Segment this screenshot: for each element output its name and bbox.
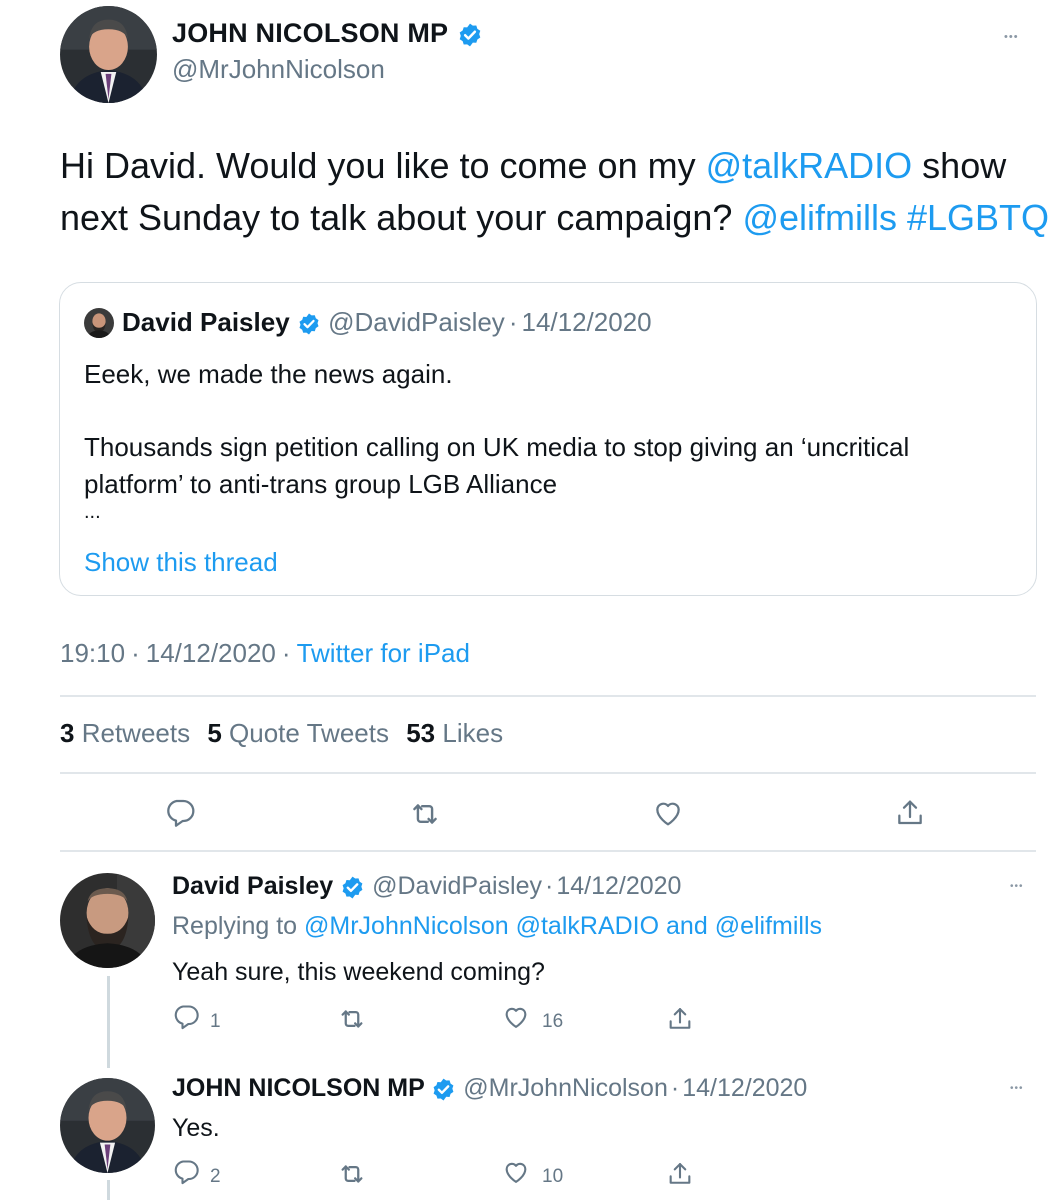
quote-tweets-stat[interactable]: 5 Quote Tweets [207, 718, 389, 748]
quoted-author-handle[interactable]: @DavidPaisley [328, 307, 505, 337]
avatar-john-nicolson[interactable] [60, 1078, 155, 1173]
reply-1-header: David Paisley @DavidPaisley · 14/12/2020 [172, 872, 681, 901]
quoted-text-line-3: platform’ to anti-trans group LGB Allian… [84, 469, 558, 499]
quoted-text-line-2: Thousands sign petition calling on UK me… [84, 432, 910, 462]
verified-badge-icon [340, 875, 365, 900]
avatar-david-paisley-small [84, 308, 114, 338]
reply-author-handle[interactable]: @DavidPaisley [372, 872, 542, 900]
retweet-icon[interactable] [337, 1004, 367, 1034]
divider [60, 772, 1036, 774]
reply-date[interactable]: 14/12/2020 [556, 872, 681, 900]
separator-dot: · [670, 1074, 680, 1102]
mention-mrjohnnicolson[interactable]: @MrJohnNicolson [304, 912, 509, 940]
retweet-icon[interactable] [408, 797, 442, 831]
show-thread-link[interactable]: Show this thread [84, 547, 278, 578]
mention-talkradio[interactable]: @talkRADIO [516, 912, 659, 940]
tweet-stats: 3 Retweets 5 Quote Tweets 53 Likes [60, 718, 503, 749]
like-count: 16 [542, 1011, 564, 1032]
avatar-david-paisley[interactable] [60, 873, 155, 968]
reply-2-header: JOHN NICOLSON MP @MrJohnNicolson · 14/12/2… [172, 1074, 807, 1103]
tweet-date[interactable]: 14/12/2020 [146, 638, 276, 668]
replying-to: Replying to @MrJohnNicolson @talkRADIO a… [172, 912, 823, 940]
tweet-source[interactable]: Twitter for iPad [297, 638, 470, 668]
reply-count: 2 [210, 1166, 221, 1187]
quoted-ellipsis: ... [84, 501, 101, 523]
separator-dot: · [545, 872, 554, 900]
divider [60, 850, 1036, 852]
share-icon[interactable] [894, 796, 926, 830]
verified-badge-icon [457, 22, 483, 48]
like-count: 10 [542, 1166, 564, 1187]
thread-connector [107, 1180, 110, 1200]
mention-elifmills[interactable]: @elifmills [742, 197, 897, 238]
more-options-icon[interactable]: ••• [1010, 882, 1024, 892]
share-icon[interactable] [666, 1004, 694, 1034]
reply-icon[interactable] [172, 1158, 200, 1186]
reply-author-handle[interactable]: @MrJohnNicolson [463, 1074, 668, 1102]
reply-icon[interactable] [172, 1003, 200, 1031]
tweet-text: Hi David. Would you like to come on my @… [60, 145, 1050, 238]
quoted-tweet-card[interactable]: David Paisley @DavidPaisley · 14/12/2020 E… [59, 282, 1037, 596]
more-options-icon[interactable]: ••• [1010, 1084, 1024, 1094]
reply-text: Yes. [172, 1114, 220, 1142]
reply-text: Yeah sure, this weekend coming? [172, 958, 545, 986]
share-icon[interactable] [666, 1159, 694, 1189]
mention-talkradio[interactable]: @talkRADIO [706, 145, 913, 186]
quoted-author-name[interactable]: David Paisley [122, 307, 290, 337]
separator-dot: · [131, 638, 140, 668]
tweet-time[interactable]: 19:10 [60, 638, 125, 668]
like-icon[interactable] [502, 1158, 530, 1186]
divider [60, 695, 1036, 697]
verified-badge-icon [431, 1077, 456, 1102]
thread-connector [107, 976, 110, 1068]
like-icon[interactable] [502, 1003, 530, 1031]
reply-icon[interactable] [164, 797, 196, 829]
hashtag-lgbtq[interactable]: #LGBTQ [907, 197, 1049, 238]
reply-author-name[interactable]: JOHN NICOLSON MP [172, 1074, 424, 1102]
mention-elifmills[interactable]: @elifmills [715, 912, 822, 940]
tweet-meta: 19:10 · 14/12/2020 · Twitter for iPad [60, 638, 470, 669]
author-handle[interactable]: @MrJohnNicolson [172, 54, 385, 85]
like-icon[interactable] [652, 797, 684, 829]
separator-dot: · [281, 638, 291, 668]
reply-author-name[interactable]: David Paisley [172, 872, 333, 900]
reply-count: 1 [210, 1011, 221, 1032]
retweet-icon[interactable] [337, 1159, 367, 1189]
reply-date[interactable]: 14/12/2020 [682, 1074, 807, 1102]
avatar-john-nicolson[interactable] [60, 6, 157, 103]
likes-stat[interactable]: 53 Likes [406, 718, 503, 748]
separator-dot: · [508, 307, 518, 337]
more-options-icon[interactable]: ••• [1004, 32, 1019, 43]
verified-badge-icon [297, 312, 321, 336]
quoted-text-line-1: Eeek, we made the news again. [84, 359, 453, 389]
author-name[interactable]: JOHN NICOLSON MP [172, 18, 483, 49]
quoted-date[interactable]: 14/12/2020 [521, 307, 651, 337]
retweets-stat[interactable]: 3 Retweets [60, 718, 190, 748]
